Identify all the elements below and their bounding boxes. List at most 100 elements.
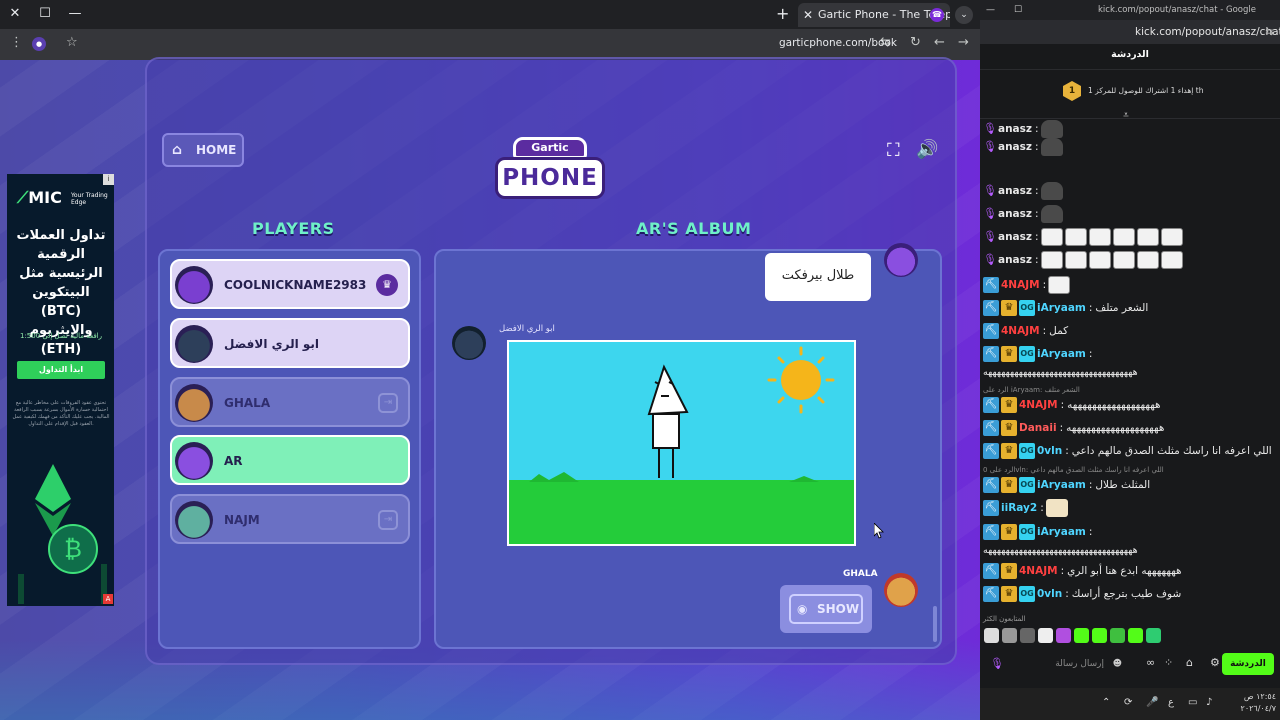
chat-username[interactable]: 0vln	[1037, 583, 1062, 605]
chat-emote	[1088, 251, 1111, 269]
chat-username[interactable]: 0vln	[1037, 440, 1062, 462]
chat-username[interactable]: anasz	[998, 226, 1032, 248]
chat-username[interactable]: iAryaam	[1037, 474, 1086, 496]
profile-avatar[interactable]: ●	[32, 37, 46, 51]
chat-send-button[interactable]: الدردشة	[1222, 653, 1274, 675]
emote-icon[interactable]	[1002, 628, 1017, 643]
chat-username[interactable]: anasz	[998, 249, 1032, 271]
player-row[interactable]: COOLNICKNAME2983 ♛	[170, 259, 410, 309]
chat-message[interactable]: 🎙 anasz:	[983, 180, 1063, 202]
chat-message[interactable]: ⛏ ♛ OG iAryaam:	[983, 521, 1092, 543]
emote-icon[interactable]	[1110, 628, 1125, 643]
mic-badge-icon: 🎙	[983, 207, 997, 220]
tab-search-icon[interactable]: ⌄	[955, 6, 973, 24]
show-button[interactable]: ◉ SHOW	[789, 594, 863, 624]
kick-minimize-icon[interactable]: —	[986, 0, 995, 20]
gift-icon[interactable]: ⌂	[1186, 656, 1193, 669]
chat-username[interactable]: anasz	[998, 203, 1032, 225]
chat-settings-icon[interactable]: ⚙	[1210, 656, 1220, 669]
chat-username[interactable]: anasz	[998, 180, 1032, 202]
chat-message[interactable]: ⛏ ♛ 4NAJM: ههههههههههههههههههه	[983, 394, 1161, 416]
chat-message[interactable]: ⛏ 4NAJM: كمل	[983, 320, 1068, 342]
player-row[interactable]: GHALA ⇥	[170, 377, 410, 427]
network-icon[interactable]: ▭	[1188, 697, 1197, 708]
chat-username[interactable]: iAryaam	[1037, 343, 1086, 365]
emote-icon[interactable]	[1092, 628, 1107, 643]
chevron-up-icon[interactable]: ⌃	[1102, 697, 1110, 708]
player-row[interactable]: AR	[170, 435, 410, 485]
chat-username[interactable]: 4NAJM	[1019, 394, 1058, 416]
share-icon[interactable]: ⁘	[1164, 656, 1173, 669]
album-scrollbar[interactable]	[933, 606, 937, 642]
chat-message[interactable]: 🎙 anasz:	[983, 249, 1183, 271]
chat-message[interactable]: ⛏ ♛ Danaii: هههههههههههههههههههه	[983, 417, 1164, 439]
back-icon[interactable]: ←	[934, 35, 945, 50]
chat-username[interactable]: 4NAJM	[1019, 560, 1058, 582]
advertisement[interactable]: ⟋MIC Your Trading Edge تداول العملات الر…	[7, 174, 114, 606]
speaker-icon[interactable]: ♪	[1206, 697, 1212, 708]
kick-address-bar[interactable]: kick.com/popout/anasz/chat ⇆	[980, 20, 1280, 44]
tab-gartic-phone[interactable]: ✕ Gartic Phone - The Telephone G ☎	[798, 3, 950, 27]
goal-text: إهداء 1 اشتراك للوصول للمركز 1 th	[1088, 86, 1204, 95]
forward-icon[interactable]: →	[958, 35, 969, 50]
maximize-icon[interactable]: ☐	[34, 4, 56, 24]
ad-choices-icon[interactable]: A	[103, 594, 113, 604]
chat-message[interactable]: ⛏ ♛ OG 0vln: شوف طيب بترجع أراسك	[983, 583, 1181, 605]
chat-text: اللي اعرفه انا راسك مثلث الصدق مالهم داع…	[1071, 445, 1272, 457]
chat-username[interactable]: iAryaam	[1037, 297, 1086, 319]
home-button[interactable]: ⌂ HOME	[162, 133, 244, 167]
emote-icon[interactable]	[1074, 628, 1089, 643]
chat-username[interactable]: iAryaam	[1037, 521, 1086, 543]
fullscreen-icon[interactable]: ⛶	[887, 140, 907, 161]
chat-emote	[1045, 499, 1068, 517]
emote-icon[interactable]	[1128, 628, 1143, 643]
ad-info-icon[interactable]: i	[103, 174, 114, 185]
close-tab-icon[interactable]: ✕	[803, 3, 813, 27]
menu-dots-icon[interactable]: ⋮	[10, 35, 23, 50]
chat-message[interactable]: ⛏ iiRay2:	[983, 497, 1068, 519]
close-window-icon[interactable]: ✕	[4, 4, 26, 24]
chat-message[interactable]: ⛏ 4NAJM:	[983, 274, 1071, 296]
emote-icon[interactable]	[984, 628, 999, 643]
language-icon[interactable]: ع	[1168, 697, 1174, 708]
chat-message[interactable]: 🎙 anasz:	[983, 226, 1183, 248]
emote-icon[interactable]	[1146, 628, 1161, 643]
chat-input[interactable]: 🎙 إرسال رسالة ☻	[986, 652, 1124, 676]
emote-icon[interactable]	[1056, 628, 1071, 643]
chat-username[interactable]: Danaii	[1019, 417, 1057, 439]
chat-username[interactable]: 4NAJM	[1001, 274, 1040, 296]
reload-icon[interactable]: ↻	[910, 35, 921, 50]
infinity-icon[interactable]: ∞	[1146, 656, 1155, 669]
volume-icon[interactable]: 🔊	[916, 139, 940, 161]
chat-message[interactable]: 🎙 anasz:	[983, 136, 1063, 158]
chat-username[interactable]: 4NAJM	[1001, 320, 1040, 342]
player-row[interactable]: NAJM ⇥	[170, 494, 410, 544]
emoji-icon[interactable]: ☻	[1113, 652, 1122, 676]
kick-settings-icon[interactable]: ⇆	[1265, 20, 1274, 44]
chat-message[interactable]: ⛏ ♛ OG iAryaam: الشعر متلف	[983, 297, 1148, 319]
pinned-chevron-icon[interactable]: ⩡	[1119, 111, 1133, 121]
subscriber-badge-icon: ⛏	[983, 277, 999, 293]
chat-message[interactable]: ⛏ ♛ OG 0vln: اللي اعرفه انا راسك مثلث الصدق …	[983, 440, 1272, 462]
chat-text: هههههههههههههههههههه	[1066, 422, 1165, 434]
system-clock[interactable]: ١٢:٥٤ ص ٢٠٢٦/٠٤/٧	[1230, 691, 1276, 715]
sync-icon[interactable]: ⟳	[1124, 697, 1132, 708]
chat-message[interactable]: 🎙 anasz:	[983, 203, 1063, 225]
minimize-icon[interactable]: —	[64, 4, 86, 24]
ad-cta-button[interactable]: ابدأ التداول	[17, 361, 105, 379]
kick-maximize-icon[interactable]: ☐	[1014, 0, 1022, 20]
chat-message[interactable]: ⛏ ♛ 4NAJM: هههههههه ابدع هنا أبو الري	[983, 560, 1182, 582]
chat-username[interactable]: iiRay2	[1001, 497, 1037, 519]
microphone-icon[interactable]: 🎤	[1146, 697, 1158, 708]
emote-icon[interactable]	[1038, 628, 1053, 643]
address-bar[interactable]: garticphone.com/book	[779, 37, 897, 49]
chat-message[interactable]: ⛏ ♛ OG iAryaam:	[983, 343, 1092, 365]
logo-bottom: PHONE	[495, 157, 605, 199]
new-tab-icon[interactable]: +	[776, 4, 789, 23]
player-row[interactable]: ابو الري الافضل	[170, 318, 410, 368]
chat-colon: :	[1042, 325, 1047, 337]
chat-message[interactable]: ⛏ ♛ OG iAryaam: المثلث طلال	[983, 474, 1150, 496]
chat-username[interactable]: anasz	[998, 136, 1032, 158]
emote-icon[interactable]	[1020, 628, 1035, 643]
bookmark-star-icon[interactable]: ☆	[66, 35, 78, 50]
